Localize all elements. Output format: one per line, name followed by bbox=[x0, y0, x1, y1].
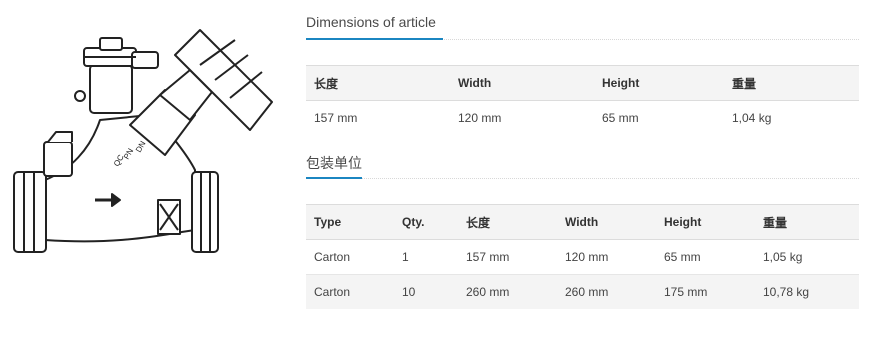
dimensions-title: Dimensions of article bbox=[306, 14, 436, 30]
table-cell: 157 mm bbox=[458, 239, 557, 275]
product-details: Dimensions of article 长度 Width Height 重量… bbox=[306, 0, 859, 309]
column-header: 长度 bbox=[306, 65, 450, 101]
table-cell: Carton bbox=[306, 239, 394, 275]
table-cell: 1,04 kg bbox=[732, 111, 772, 125]
section-divider bbox=[306, 178, 859, 179]
table-cell: 120 mm bbox=[458, 111, 502, 125]
table-row: Carton 1 157 mm 120 mm 65 mm 1,05 kg bbox=[306, 239, 859, 275]
table-row: Carton 10 260 mm 260 mm 175 mm 10,78 kg bbox=[306, 274, 859, 309]
table-cell: 65 mm bbox=[602, 111, 639, 125]
section-title-underline bbox=[306, 38, 443, 40]
packaging-header-row: Type Qty. 长度 Width Height 重量 bbox=[306, 204, 859, 240]
dimensions-header-row: 长度 Width Height 重量 bbox=[306, 65, 859, 101]
packaging-section-header: 包装单位 bbox=[306, 139, 859, 179]
table-cell: 260 mm bbox=[458, 274, 557, 309]
column-header: 长度 bbox=[458, 204, 557, 240]
table-row: 157 mm 120 mm 65 mm 1,04 kg bbox=[306, 101, 859, 136]
table-cell: 157 mm bbox=[314, 111, 358, 125]
table-cell: 1,05 kg bbox=[755, 239, 859, 275]
table-cell: 175 mm bbox=[656, 274, 755, 309]
column-header: Qty. bbox=[394, 204, 458, 240]
table-cell: 65 mm bbox=[656, 239, 755, 275]
table-cell: 1 bbox=[394, 239, 458, 275]
column-header: 重量 bbox=[755, 204, 859, 240]
column-header: Height bbox=[656, 204, 755, 240]
column-header: Width bbox=[450, 65, 594, 101]
column-header: Width bbox=[557, 204, 656, 240]
packaging-table: Type Qty. 长度 Width Height 重量 Carton 1 15… bbox=[306, 204, 859, 309]
dimensions-table: 长度 Width Height 重量 157 mm 120 mm 65 mm 1… bbox=[306, 65, 859, 135]
column-header: Height bbox=[594, 65, 724, 101]
dimensions-section-header: Dimensions of article bbox=[306, 0, 859, 40]
packaging-title: 包装单位 bbox=[306, 155, 362, 171]
product-image: DN PN QC bbox=[0, 10, 290, 270]
table-cell: 260 mm bbox=[557, 274, 656, 309]
column-header: 重量 bbox=[724, 65, 859, 101]
table-cell: Carton bbox=[306, 274, 394, 309]
table-cell: 10,78 kg bbox=[755, 274, 859, 309]
column-header: Type bbox=[306, 204, 394, 240]
section-title-underline bbox=[306, 177, 362, 179]
table-cell: 10 bbox=[394, 274, 458, 309]
table-cell: 120 mm bbox=[557, 239, 656, 275]
